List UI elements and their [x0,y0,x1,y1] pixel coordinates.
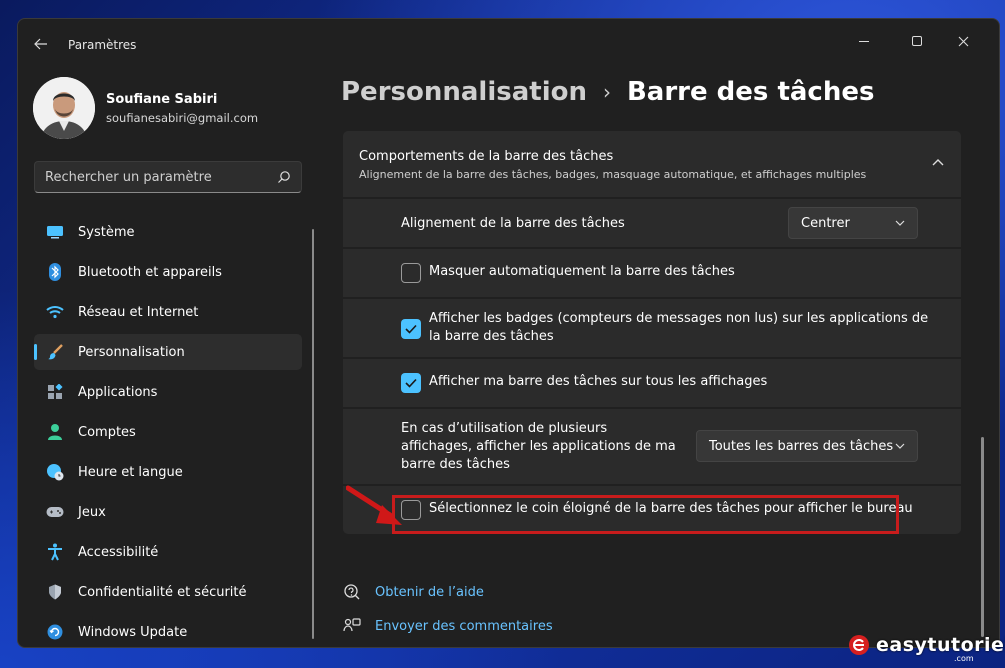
gamepad-icon [46,503,64,521]
update-icon [46,623,64,641]
sidebar-item-bluetooth[interactable]: Bluetooth et appareils [34,254,302,290]
alignment-dropdown[interactable]: Centrer [788,207,918,239]
autohide-label: Masquer automatiquement la barre des tâc… [429,264,735,279]
sidebar-item-label: Comptes [78,424,136,440]
badges-row[interactable]: Afficher les badges (compteurs de messag… [343,299,961,357]
sidebar-item-comptes[interactable]: Comptes [34,414,302,450]
sidebar-item-jeux[interactable]: Jeux [34,494,302,530]
sidebar-item-accessibilite[interactable]: Accessibilité [34,534,302,570]
sidebar-item-label: Jeux [78,504,106,520]
sidebar-item-label: Personnalisation [78,344,185,360]
search-box[interactable] [34,161,302,193]
section-subtitle: Alignement de la barre des tâches, badge… [359,168,867,181]
watermark-domain: .com [954,654,974,663]
send-feedback-link[interactable]: Envoyer des commentaires [343,609,553,643]
multi-display-dropdown[interactable]: Toutes les barres des tâches [696,430,918,462]
sidebar-item-label: Accessibilité [78,544,159,560]
search-icon[interactable] [277,170,291,184]
badges-label: Afficher les badges (compteurs de messag… [429,311,929,344]
alignment-value: Centrer [801,215,850,231]
wifi-icon [46,303,64,321]
help-chat-icon [344,584,360,600]
sidebar-item-systeme[interactable]: Système [34,214,302,250]
autohide-row[interactable]: Masquer automatiquement la barre des tâc… [343,249,961,297]
avatar[interactable] [33,77,95,139]
user-photo-icon [33,77,95,139]
maximize-button[interactable] [894,25,940,57]
sidebar-item-personnalisation[interactable]: Personnalisation [34,334,302,370]
sidebar-scrollbar[interactable] [312,229,314,639]
monitor-icon [46,223,64,241]
sidebar-item-label: Réseau et Internet [78,304,199,320]
chevron-down-icon [895,443,905,449]
sidebar-item-confidentialite[interactable]: Confidentialité et sécurité [34,574,302,610]
apps-icon [46,383,64,401]
easytutoriel-logo-icon [849,635,869,655]
sidebar-item-reseau[interactable]: Réseau et Internet [34,294,302,330]
section-header[interactable]: Comportements de la barre des tâches Ali… [343,131,961,197]
multi-display-row: En cas d’utilisation de plusieurs affich… [343,409,961,484]
feedback-icon [343,618,361,632]
alignment-row: Alignement de la barre des tâches Centre… [343,199,961,247]
title-bar: Paramètres [18,19,999,67]
taskbar-behaviors-panel: Comportements de la barre des tâches Ali… [343,131,961,534]
send-feedback-text[interactable]: Envoyer des commentaires [375,619,553,634]
get-help-link[interactable]: Obtenir de l’aide [343,575,553,609]
close-button[interactable] [940,25,986,57]
accessibility-icon [46,543,64,561]
minimize-button[interactable] [841,25,887,57]
red-arrow-icon [346,485,402,525]
breadcrumb-parent[interactable]: Personnalisation [341,77,587,107]
sidebar-item-label: Confidentialité et sécurité [78,584,247,600]
checkmark-icon [405,324,417,334]
sidebar-item-applications[interactable]: Applications [34,374,302,410]
watermark: easytutoriel .com [848,634,1005,663]
sidebar-item-label: Bluetooth et appareils [78,264,222,280]
autohide-checkbox[interactable] [401,263,421,283]
bluetooth-icon [46,263,64,281]
back-button[interactable] [30,33,52,55]
help-links: Obtenir de l’aide Envoyer des commentair… [343,575,553,643]
get-help-text[interactable]: Obtenir de l’aide [375,585,484,600]
globe-clock-icon [46,463,64,481]
watermark-brand: easytutoriel [876,634,1005,656]
multi-display-label: En cas d’utilisation de plusieurs affich… [401,421,676,472]
app-title: Paramètres [68,38,137,52]
all-displays-label: Afficher ma barre des tâches sur tous le… [429,374,768,389]
sidebar-item-windows-update[interactable]: Windows Update [34,614,302,647]
page-title: Barre des tâches [626,77,875,107]
multi-display-value: Toutes les barres des tâches [709,438,894,454]
section-title: Comportements de la barre des tâches [359,149,614,164]
maximize-icon [912,36,922,46]
minimize-icon [859,40,869,42]
person-icon [46,423,64,441]
close-icon [958,36,968,46]
badges-checkbox[interactable] [401,319,421,339]
sidebar-item-label: Système [78,224,135,240]
settings-window: Paramètres Soufiane Sabiri soufianesabir… [17,18,1000,648]
alignment-label: Alignement de la barre des tâches [401,216,625,231]
chevron-down-icon [895,220,905,226]
sidebar-item-label: Applications [78,384,158,400]
checkmark-icon [405,378,417,388]
user-email: soufianesabiri@gmail.com [106,111,259,125]
sidebar-nav: Système Bluetooth et appareils Réseau et… [34,214,302,647]
sidebar-item-label: Heure et langue [78,464,183,480]
all-displays-row[interactable]: Afficher ma barre des tâches sur tous le… [343,359,961,407]
highlight-box [392,495,899,534]
all-displays-checkbox[interactable] [401,373,421,393]
user-name: Soufiane Sabiri [106,92,218,107]
sidebar-item-label: Windows Update [78,624,188,640]
arrow-left-icon [34,38,47,50]
main-scrollbar[interactable] [981,437,984,637]
brush-icon [46,343,64,361]
shield-icon [46,583,64,601]
breadcrumb-separator: › [602,80,611,104]
sidebar-item-heure-langue[interactable]: Heure et langue [34,454,302,490]
chevron-up-icon[interactable] [931,157,945,167]
breadcrumb: Personnalisation › Barre des tâches [341,77,874,107]
search-input[interactable] [45,162,265,192]
